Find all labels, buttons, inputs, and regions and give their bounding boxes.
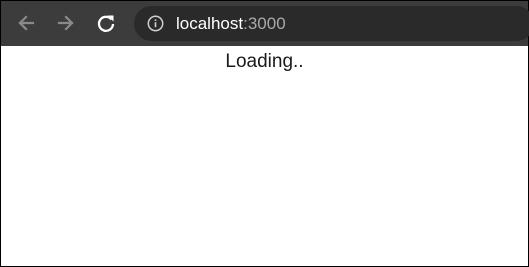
- address-bar[interactable]: localhost:3000: [134, 6, 529, 41]
- forward-button[interactable]: [52, 9, 80, 37]
- url-text[interactable]: localhost:3000: [176, 14, 286, 33]
- back-button[interactable]: [12, 9, 40, 37]
- reload-button[interactable]: [92, 9, 120, 37]
- browser-toolbar: localhost:3000: [1, 1, 529, 46]
- page-content: Loading..: [1, 46, 528, 266]
- url-port: :3000: [243, 14, 286, 33]
- url-host: localhost: [176, 14, 244, 33]
- info-icon[interactable]: [147, 15, 164, 32]
- browser-window: localhost:3000 Loading..: [0, 0, 529, 267]
- back-arrow-icon: [18, 15, 35, 31]
- loading-text: Loading..: [225, 51, 304, 72]
- reload-icon: [97, 15, 115, 32]
- forward-arrow-icon: [57, 15, 74, 31]
